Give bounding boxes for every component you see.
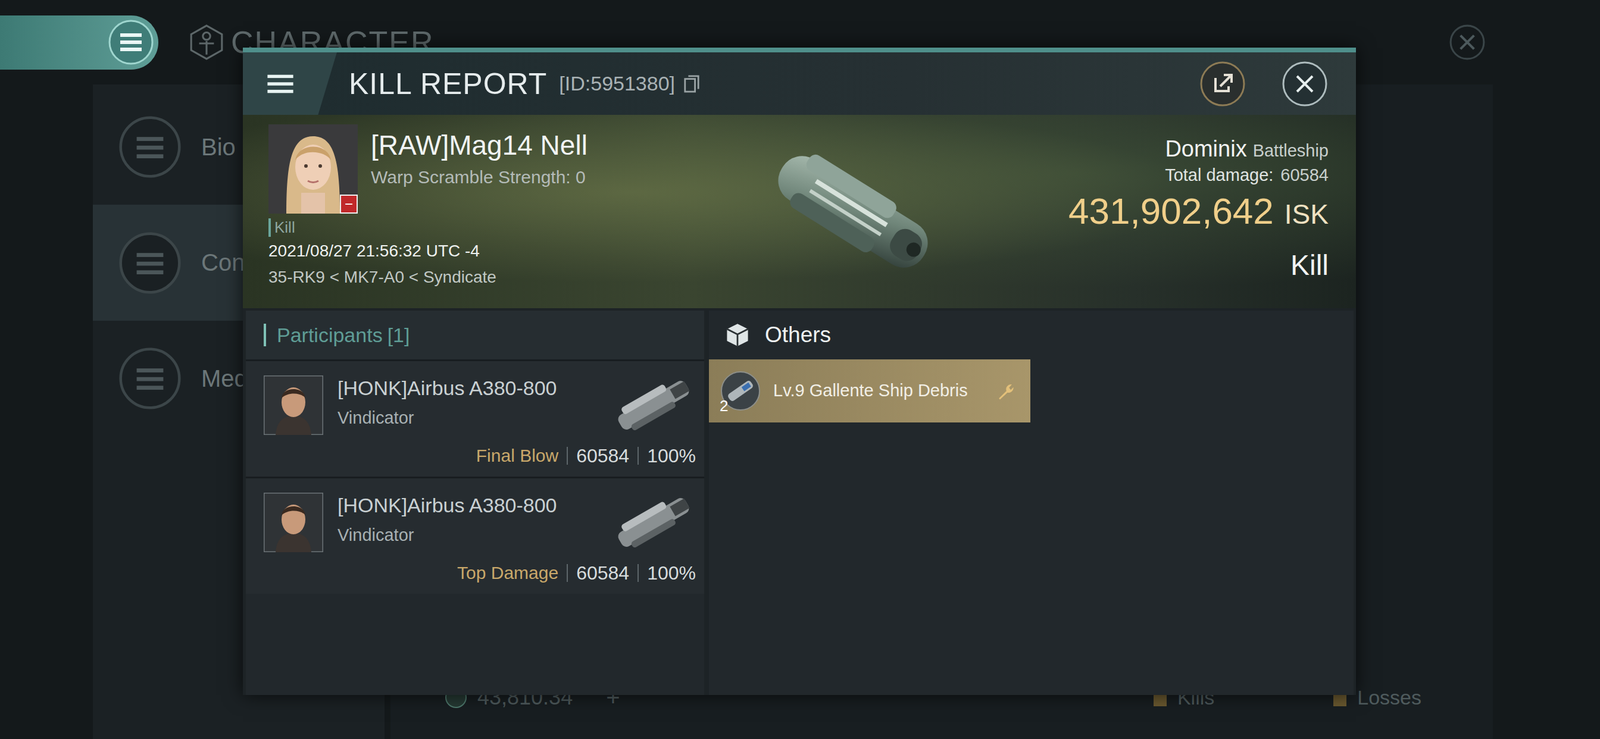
stat-label: Losses xyxy=(1357,686,1422,710)
share-icon[interactable] xyxy=(1198,60,1247,108)
sidebar-label: Bio xyxy=(201,133,236,161)
ship-summary: Dominix Battleship Total damage: 60584 4… xyxy=(1068,124,1329,299)
participant-ship: Vindicator xyxy=(337,408,589,428)
hamburger-icon xyxy=(107,18,155,67)
window-header: KILL REPORT [ID:5951380] xyxy=(242,52,1356,115)
participant-role: Final Blow xyxy=(476,445,559,467)
participants-panel: Participants [1] [HONK]Airbus A380-800 V… xyxy=(245,310,705,696)
hamburger-icon xyxy=(264,70,297,98)
report-body: Participants [1] [HONK]Airbus A380-800 V… xyxy=(242,308,1356,696)
currency: ISK xyxy=(1284,198,1329,231)
participant-name: [HONK]Airbus A380-800 xyxy=(337,494,589,518)
ship-render xyxy=(637,124,1069,299)
damage-label: Total damage: xyxy=(1164,165,1274,186)
victim-banner: − [RAW]Mag14 Nell Warp Scramble Strength… xyxy=(242,114,1356,309)
participant-name: [HONK]Airbus A380-800 xyxy=(337,376,589,400)
participant-damage: 60584 xyxy=(576,445,630,468)
wrench-icon xyxy=(994,380,1017,402)
report-id: [ID:5951380] xyxy=(558,72,675,96)
total-damage: 60584 xyxy=(1280,165,1329,186)
participant-role: Top Damage xyxy=(457,563,559,584)
participant-row[interactable]: [HONK]Airbus A380-800 Vindicator Final B… xyxy=(245,359,705,477)
others-panel: Others 2 Lv.9 Gallente Ship Debris xyxy=(708,310,1354,696)
others-header: Others xyxy=(708,310,1354,360)
copy-icon[interactable] xyxy=(683,74,700,94)
male-portrait-icon xyxy=(263,375,324,436)
menu-button[interactable] xyxy=(242,52,337,115)
ship-class: Battleship xyxy=(1252,141,1329,161)
vindicator-ship-icon xyxy=(608,486,699,559)
close-icon[interactable] xyxy=(1280,60,1329,108)
warp-scramble: Warp Scramble Strength: 0 xyxy=(370,167,588,188)
loot-item[interactable]: 2 Lv.9 Gallente Ship Debris xyxy=(708,359,1031,423)
participants-label: Participants xyxy=(276,323,383,348)
participant-ship: Vindicator xyxy=(337,525,589,546)
result: Kill xyxy=(1290,248,1329,282)
kill-report-window: KILL REPORT [ID:5951380] − [RAW]Mag14 Ne… xyxy=(242,47,1356,696)
tab-icon xyxy=(116,229,184,297)
vindicator-ship-icon xyxy=(608,369,699,442)
sidebar-label: Med xyxy=(201,365,248,393)
tab-icon xyxy=(116,113,184,181)
others-title: Others xyxy=(764,322,831,348)
window-title: KILL REPORT xyxy=(348,66,548,102)
standing-badge: − xyxy=(339,194,358,214)
dominix-ship-icon xyxy=(751,125,955,299)
participant-row[interactable]: [HONK]Airbus A380-800 Vindicator Top Dam… xyxy=(245,476,705,595)
ship-name: Dominix xyxy=(1164,136,1247,162)
participant-damage: 60584 xyxy=(576,562,630,585)
item-name: Lv.9 Gallente Ship Debris xyxy=(773,379,983,403)
victim-name: [RAW]Mag14 Nell xyxy=(370,129,588,162)
participants-header: Participants [1] xyxy=(245,310,705,360)
kill-time: 2021/08/27 21:56:32 UTC -4 xyxy=(268,241,638,261)
kill-tag: Kill xyxy=(268,218,638,237)
cube-icon xyxy=(724,322,751,349)
male-portrait-icon xyxy=(263,492,324,553)
sidebar-label: Con xyxy=(201,249,245,277)
victim-portrait[interactable]: − xyxy=(268,124,358,214)
character-screen: CHARACTER Bio Con Med 43,810.34 + Kills … xyxy=(0,0,1600,739)
participant-percent: 100% xyxy=(647,562,696,585)
character-icon xyxy=(188,23,225,61)
menu-button[interactable] xyxy=(0,15,159,70)
location: 35-RK9 < MK7-A0 < Syndicate xyxy=(268,267,638,287)
victim-info: − [RAW]Mag14 Nell Warp Scramble Strength… xyxy=(268,124,638,299)
isk-value: 431,902,642 xyxy=(1068,189,1274,233)
item-quantity: 2 xyxy=(719,397,728,416)
participant-percent: 100% xyxy=(647,445,696,468)
participants-count: [1] xyxy=(387,323,411,348)
tab-icon xyxy=(116,345,184,412)
close-icon[interactable] xyxy=(1448,23,1486,61)
